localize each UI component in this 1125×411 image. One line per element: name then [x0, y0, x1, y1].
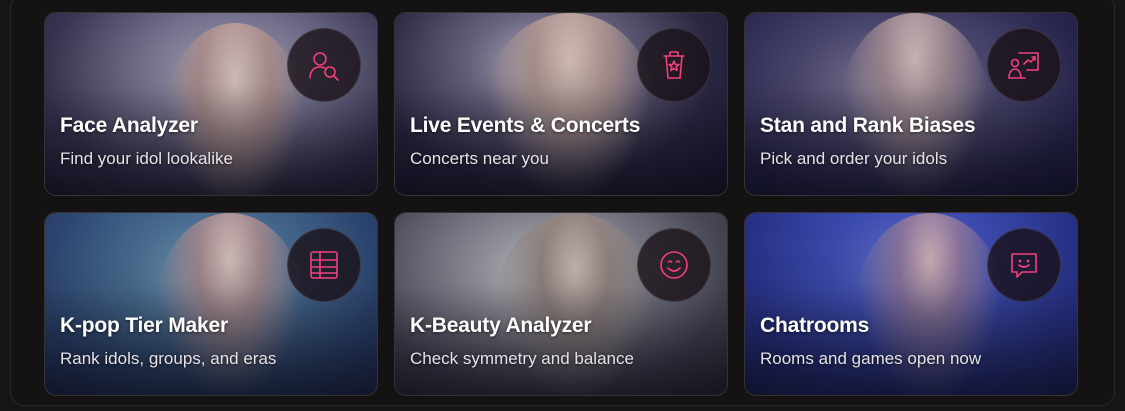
card-subtitle: Rooms and games open now: [760, 349, 982, 368]
card-icon-button: [637, 228, 711, 302]
card-icon-button: [987, 28, 1061, 102]
card-icon-button: [287, 228, 361, 302]
card-tier-maker[interactable]: K-pop Tier Maker Rank idols, groups, and…: [44, 212, 378, 396]
ticket-star-icon: [663, 51, 685, 79]
card-subtitle: Find your idol lookalike: [60, 149, 233, 168]
card-title: K-Beauty Analyzer: [410, 314, 592, 337]
card-face-analyzer[interactable]: Face Analyzer Find your idol lookalike: [44, 12, 378, 196]
card-subtitle: Rank idols, groups, and eras: [60, 349, 277, 368]
grid-table-icon: [310, 251, 338, 279]
card-kbeauty-analyzer[interactable]: K-Beauty Analyzer Check symmetry and bal…: [394, 212, 728, 396]
card-subtitle: Concerts near you: [410, 149, 549, 168]
card-title: Live Events & Concerts: [410, 114, 641, 137]
card-icon-button: [287, 28, 361, 102]
card-title: Stan and Rank Biases: [760, 114, 976, 137]
card-live-events[interactable]: Live Events & Concerts Concerts near you: [394, 12, 728, 196]
card-stan-rank-biases[interactable]: Stan and Rank Biases Pick and order your…: [744, 12, 1078, 196]
card-chatrooms[interactable]: Chatrooms Rooms and games open now: [744, 212, 1078, 396]
chat-bubble-smile-icon: [1011, 253, 1037, 278]
card-title: Chatrooms: [760, 314, 870, 337]
face-search-icon: [309, 52, 339, 81]
presentation-chart-icon: [1008, 52, 1039, 79]
card-title: K-pop Tier Maker: [60, 314, 228, 337]
smiley-face-icon: [660, 251, 688, 279]
card-icon-button: [987, 228, 1061, 302]
card-subtitle: Pick and order your idols: [760, 149, 948, 168]
card-title: Face Analyzer: [60, 114, 198, 137]
feature-card-grid: Face Analyzer Find your idol lookalike L…: [44, 12, 1078, 398]
card-subtitle: Check symmetry and balance: [410, 349, 634, 368]
card-icon-button: [637, 28, 711, 102]
